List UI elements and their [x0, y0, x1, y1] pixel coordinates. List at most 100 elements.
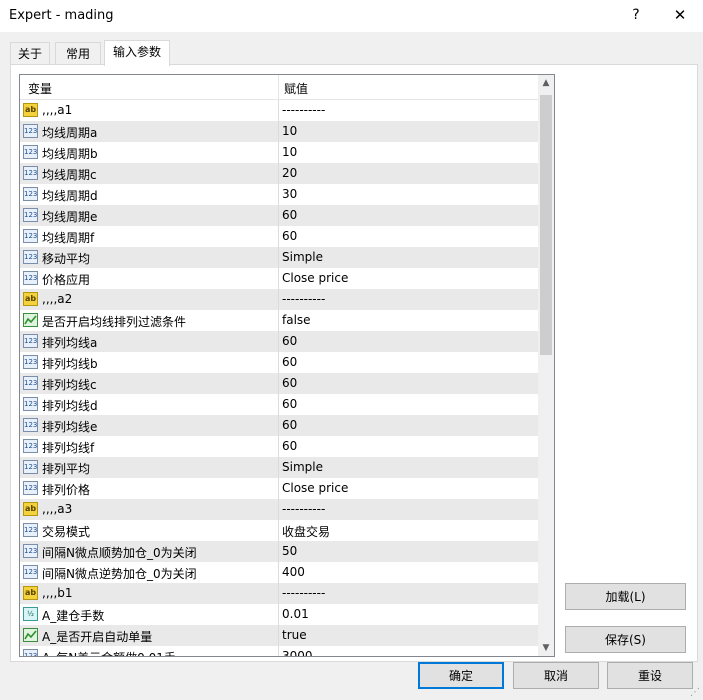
parameter-value[interactable]: false: [282, 313, 311, 327]
parameter-value[interactable]: 60: [282, 229, 297, 243]
cancel-button[interactable]: 取消: [513, 662, 599, 689]
parameter-name: ,,,,a3: [42, 502, 73, 516]
parameter-value[interactable]: 60: [282, 418, 297, 432]
scroll-down-icon[interactable]: ▼: [538, 640, 554, 656]
parameter-value[interactable]: 60: [282, 355, 297, 369]
load-button[interactable]: 加载(L): [565, 583, 686, 610]
parameter-value[interactable]: Close price: [282, 481, 348, 495]
parameter-value[interactable]: 60: [282, 334, 297, 348]
parameter-value[interactable]: ----------: [282, 292, 325, 306]
table-row[interactable]: 123 排列均线b 60: [20, 352, 538, 373]
save-button[interactable]: 保存(S): [565, 626, 686, 653]
parameter-name: 移动平均: [42, 252, 91, 266]
table-row[interactable]: 123 排列平均 Simple: [20, 457, 538, 478]
table-row[interactable]: 123 均线周期d 30: [20, 184, 538, 205]
integer-type-icon: 123: [23, 565, 38, 579]
table-row[interactable]: 123 均线周期a 10: [20, 121, 538, 142]
table-row[interactable]: ab ,,,,a3 ----------: [20, 499, 538, 520]
column-header-value[interactable]: 赋值: [284, 80, 308, 97]
vertical-scrollbar[interactable]: ▲ ▼: [538, 75, 554, 656]
table-row[interactable]: 123 均线周期f 60: [20, 226, 538, 247]
scroll-thumb[interactable]: [540, 95, 552, 355]
parameter-value[interactable]: 60: [282, 397, 297, 411]
help-icon[interactable]: ?: [626, 5, 646, 25]
cell-divider: [278, 184, 279, 205]
cell-divider: [278, 415, 279, 436]
table-row[interactable]: 123 排列均线c 60: [20, 373, 538, 394]
parameter-value[interactable]: 3000: [282, 649, 313, 656]
parameter-value[interactable]: 0.01: [282, 607, 309, 621]
table-row[interactable]: ½ A_建仓手数 0.01: [20, 604, 538, 625]
parameter-value[interactable]: Simple: [282, 250, 323, 264]
resize-grip-icon[interactable]: ⋰: [690, 687, 700, 698]
tab-inputs[interactable]: 输入参数: [104, 40, 170, 66]
table-row[interactable]: 123 排列均线f 60: [20, 436, 538, 457]
parameter-value[interactable]: 收盘交易: [282, 523, 330, 540]
parameter-value[interactable]: 20: [282, 166, 297, 180]
parameter-value[interactable]: 400: [282, 565, 305, 579]
cell-divider: [278, 394, 279, 415]
integer-type-icon: 123: [23, 649, 38, 656]
parameter-name: 均线周期e: [42, 210, 98, 224]
parameter-value[interactable]: 10: [282, 145, 297, 159]
parameter-name: 价格应用: [42, 273, 91, 287]
boolean-type-icon: [23, 628, 38, 642]
parameter-value[interactable]: 60: [282, 376, 297, 390]
table-row[interactable]: 123 排列均线d 60: [20, 394, 538, 415]
table-row[interactable]: ab ,,,,a2 ----------: [20, 289, 538, 310]
cell-divider: [278, 541, 279, 562]
parameter-value[interactable]: 60: [282, 439, 297, 453]
integer-type-icon: 123: [23, 439, 38, 453]
reset-button[interactable]: 重设: [607, 662, 693, 689]
table-row[interactable]: 123 价格应用 Close price: [20, 268, 538, 289]
parameters-grid[interactable]: 变量 赋值 ab ,,,,a1 ---------- 123 均线周期a 10 123 均线周…: [19, 74, 555, 657]
parameter-name: 均线周期c: [42, 168, 97, 182]
table-row[interactable]: 123 A_每N美元金额做0.01手 3000: [20, 646, 538, 656]
table-row[interactable]: 123 移动平均 Simple: [20, 247, 538, 268]
table-row[interactable]: 123 均线周期c 20: [20, 163, 538, 184]
parameter-value[interactable]: Close price: [282, 271, 348, 285]
table-row[interactable]: 123 排列价格 Close price: [20, 478, 538, 499]
integer-type-icon: 123: [23, 124, 38, 138]
integer-type-icon: 123: [23, 145, 38, 159]
parameter-value[interactable]: ----------: [282, 586, 325, 600]
scroll-up-icon[interactable]: ▲: [538, 75, 554, 91]
table-row[interactable]: 123 排列均线e 60: [20, 415, 538, 436]
table-row[interactable]: 123 均线周期b 10: [20, 142, 538, 163]
cell-divider: [278, 520, 279, 541]
cell-divider: [278, 373, 279, 394]
parameter-value[interactable]: ----------: [282, 103, 325, 117]
parameter-value[interactable]: Simple: [282, 460, 323, 474]
tab-common[interactable]: 常用: [55, 42, 101, 65]
integer-type-icon: 123: [23, 376, 38, 390]
table-row[interactable]: A_是否开启自动单量 true: [20, 625, 538, 646]
table-row[interactable]: ab ,,,,a1 ----------: [20, 100, 538, 121]
string-type-icon: ab: [23, 502, 38, 516]
parameter-value[interactable]: 50: [282, 544, 297, 558]
table-row[interactable]: 123 间隔N微点逆势加仓_0为关闭 400: [20, 562, 538, 583]
column-divider[interactable]: [278, 75, 279, 99]
cell-divider: [278, 562, 279, 583]
table-row[interactable]: 123 均线周期e 60: [20, 205, 538, 226]
table-row[interactable]: ab ,,,,b1 ----------: [20, 583, 538, 604]
column-header-variable[interactable]: 变量: [28, 80, 52, 97]
parameter-name: 交易模式: [42, 525, 91, 539]
table-row[interactable]: 123 交易模式 收盘交易: [20, 520, 538, 541]
table-row[interactable]: 是否开启均线排列过滤条件 false: [20, 310, 538, 331]
cell-divider: [278, 310, 279, 331]
parameter-value[interactable]: true: [282, 628, 307, 642]
parameter-name: 均线周期b: [42, 147, 98, 161]
parameter-value[interactable]: 60: [282, 208, 297, 222]
parameter-value[interactable]: 30: [282, 187, 297, 201]
table-row[interactable]: 123 间隔N微点顺势加仓_0为关闭 50: [20, 541, 538, 562]
parameter-value[interactable]: 10: [282, 124, 297, 138]
integer-type-icon: 123: [23, 523, 38, 537]
table-row[interactable]: 123 排列均线a 60: [20, 331, 538, 352]
parameter-name: 排列均线c: [42, 378, 97, 392]
parameter-name: 排列均线e: [42, 420, 98, 434]
close-icon[interactable]: ✕: [668, 5, 692, 25]
cell-divider: [278, 163, 279, 184]
tab-about[interactable]: 关于: [10, 42, 50, 65]
parameter-value[interactable]: ----------: [282, 502, 325, 516]
ok-button[interactable]: 确定: [418, 662, 504, 689]
